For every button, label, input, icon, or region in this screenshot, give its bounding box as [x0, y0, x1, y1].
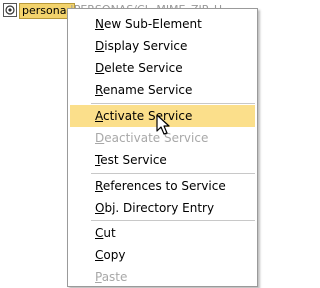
menu-item-cut[interactable]: Cut	[70, 222, 255, 244]
menu-item-rename-service[interactable]: Rename Service	[70, 79, 255, 101]
menu-separator	[91, 173, 255, 174]
menu-separator	[91, 220, 255, 221]
mouse-pointer-icon	[156, 114, 170, 135]
context-menu: New Sub-Element Display Service Delete S…	[67, 8, 258, 287]
menu-item-test-service[interactable]: Test Service	[70, 149, 255, 171]
menu-separator	[91, 103, 255, 104]
menu-item-references-to-service[interactable]: References to Service	[70, 175, 255, 197]
menu-item-delete-service[interactable]: Delete Service	[70, 57, 255, 79]
service-node-icon	[3, 3, 17, 17]
menu-item-display-service[interactable]: Display Service	[70, 35, 255, 57]
menu-item-paste: Paste	[95, 270, 128, 284]
menu-item-new-sub-element[interactable]: New Sub-Element	[70, 13, 255, 35]
menu-item-copy[interactable]: Copy	[70, 244, 255, 266]
menu-item-obj-directory-entry[interactable]: Obj. Directory Entry	[70, 197, 255, 219]
